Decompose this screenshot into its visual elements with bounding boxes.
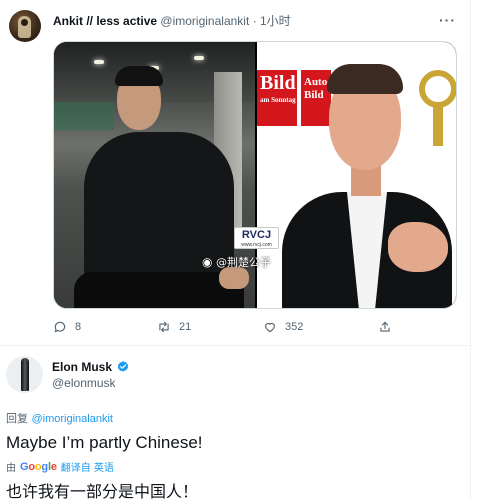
rvcj-logo-url: www.rvcj.com (241, 242, 272, 248)
like-count: 352 (285, 321, 304, 333)
reply-icon (54, 321, 66, 333)
avatar[interactable] (9, 10, 41, 42)
avatar-figure-head (21, 19, 28, 26)
avatar[interactable] (6, 356, 43, 393)
bild-banner-subtitle: am Sonntag (260, 96, 296, 104)
translated-tweet-text: 也许我有一部分是中国人！ (6, 482, 199, 500)
tweet-header: Ankit // less active @imoriginalankit · … (53, 13, 291, 29)
share-button[interactable] (378, 320, 392, 334)
tweet-text: Maybe I’m partly Chinese! (6, 433, 203, 452)
ceiling-light (194, 56, 204, 60)
share-icon (380, 321, 390, 332)
raised-hand (388, 222, 448, 272)
retweet-count: 21 (179, 321, 192, 333)
timeline-border (470, 0, 471, 500)
ceiling-light (94, 60, 104, 64)
weibo-watermark: ◉ @荆楚公子 (202, 254, 271, 270)
tweet-author-row: Elon Musk (52, 360, 130, 374)
reply-count: 8 (75, 321, 82, 333)
translated-by-label: 由 (6, 463, 16, 474)
reply-mention-link[interactable]: @imoriginalankit (32, 413, 113, 425)
man-hand (219, 267, 249, 289)
replying-to: 回复 @imoriginalankit (6, 410, 113, 426)
garage-wall-sign (54, 102, 114, 130)
tweet-media[interactable]: Bild am Sonntag Auto Bild RVCJ www.rvcj.… (53, 41, 457, 309)
more-options-icon[interactable]: ··· (439, 12, 456, 28)
verified-badge-icon (117, 361, 129, 372)
author-handle[interactable]: @imoriginalankit (160, 14, 249, 28)
rvcj-watermark-logo: RVCJ www.rvcj.com (234, 227, 279, 249)
like-button[interactable]: 352 (263, 320, 303, 334)
bild-banner: Bild am Sonntag (257, 70, 297, 126)
tweet-divider (0, 345, 470, 346)
golden-steering-wheel-award (419, 70, 456, 150)
separator-dot: · (252, 14, 257, 28)
reply-prefix: 回复 (6, 412, 28, 425)
retweet-icon (159, 321, 169, 333)
man-hair (115, 66, 163, 86)
google-logo: Google (20, 460, 57, 473)
rocket-image (21, 358, 29, 391)
translated-from-link[interactable]: 翻译自 英语 (61, 459, 114, 474)
weibo-icon: ◉ (202, 255, 213, 269)
heart-icon (265, 322, 275, 333)
hair (327, 64, 403, 94)
author-handle[interactable]: @elonmusk (52, 376, 116, 390)
timestamp[interactable]: 1小时 (260, 14, 291, 28)
retweet-button[interactable]: 21 (157, 320, 191, 334)
translation-attribution: 由 Google 翻译自 英语 (6, 459, 114, 475)
tweet-actions: 8 21 352 (53, 320, 393, 338)
bild-banner-title: Bild (260, 72, 296, 94)
author-name[interactable]: Elon Musk (52, 360, 112, 374)
author-name[interactable]: Ankit // less active (53, 14, 157, 28)
rvcj-logo-text: RVCJ (241, 229, 272, 241)
elon-musk-photo[interactable]: Bild am Sonntag Auto Bild (257, 42, 456, 308)
weibo-watermark-text: @荆楚公子 (215, 256, 271, 269)
tweet-ankit[interactable]: Ankit // less active @imoriginalankit · … (0, 0, 470, 345)
reply-button[interactable]: 8 (53, 320, 81, 334)
auto-bild-banner: Auto Bild (301, 70, 331, 126)
